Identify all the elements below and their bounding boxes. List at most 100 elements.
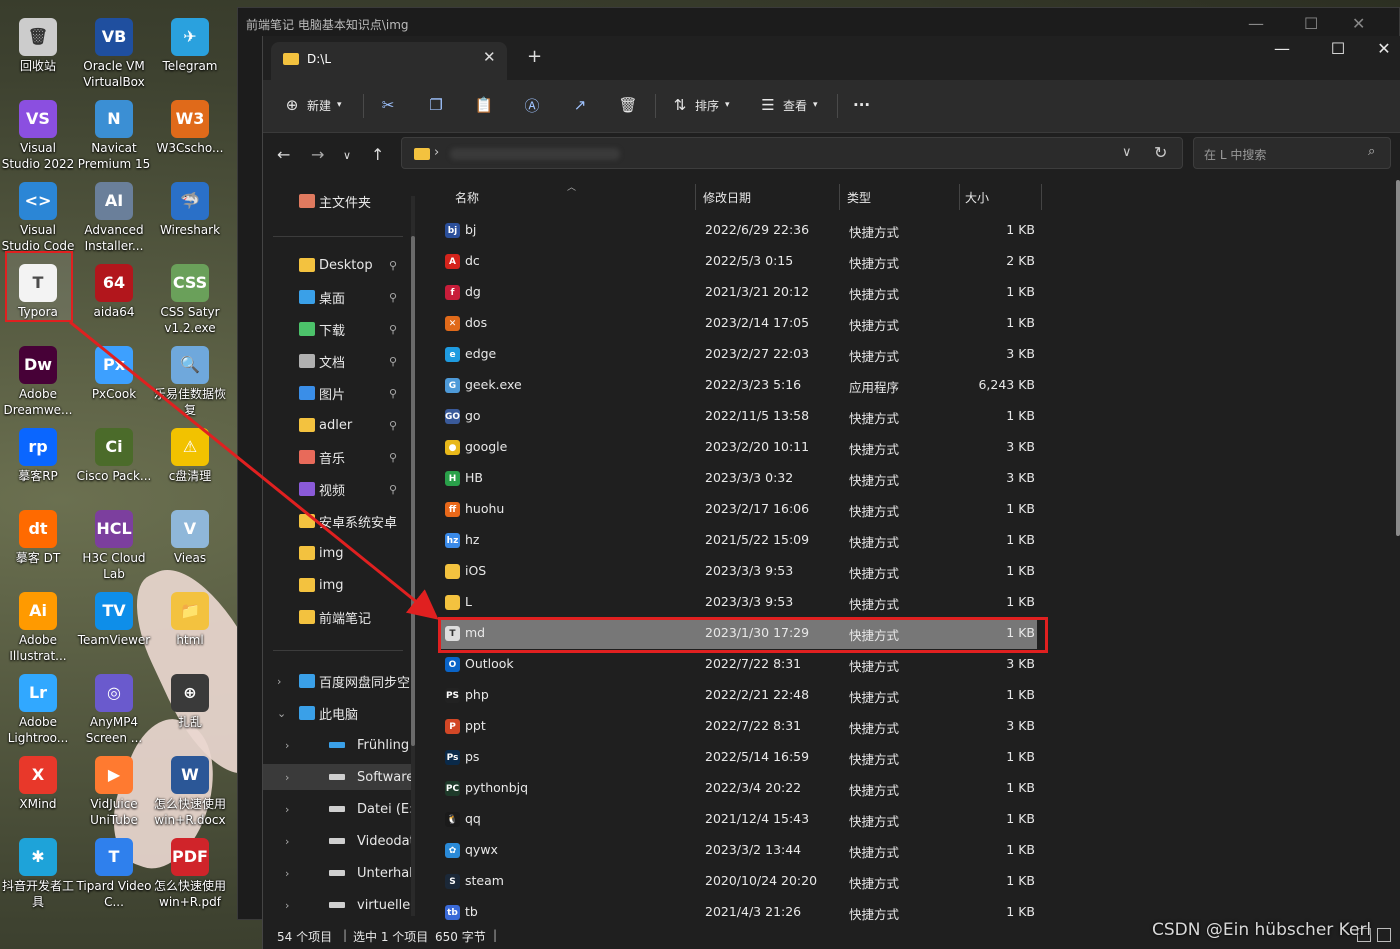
desktop-icon[interactable]: 🔍 乐易佳数据恢复: [152, 342, 228, 418]
sidebar-scrollbar[interactable]: [411, 196, 415, 916]
bg-maximize-icon[interactable]: ☐: [1304, 14, 1318, 33]
desktop-icon[interactable]: HCL H3C Cloud Lab: [76, 506, 152, 582]
desktop-icon[interactable]: N Navicat Premium 15: [76, 96, 152, 172]
delete-button[interactable]: 🗑: [618, 90, 637, 120]
column-separator[interactable]: [1041, 184, 1042, 210]
desktop-icon[interactable]: TV TeamViewer: [76, 588, 152, 648]
desktop-icon[interactable]: AI Advanced Installer...: [76, 178, 152, 254]
desktop-icon[interactable]: ▶ VidJuice UniTube: [76, 752, 152, 828]
expand-chevron-icon[interactable]: ›: [285, 739, 289, 752]
desktop-icon[interactable]: ⚠ c盘清理: [152, 424, 228, 484]
bg-close-icon[interactable]: ✕: [1352, 14, 1365, 33]
refresh-icon[interactable]: ↻: [1154, 143, 1167, 162]
sidebar-item[interactable]: 文档 ⚲: [263, 348, 413, 374]
desktop-icon[interactable]: 📁 html: [152, 588, 228, 648]
desktop-icon[interactable]: 64 aida64: [76, 260, 152, 320]
desktop-icon[interactable]: ✱ 抖音开发者工具: [0, 834, 76, 910]
desktop-icon[interactable]: W3 W3Cscho...: [152, 96, 228, 156]
minimize-button[interactable]: —: [1259, 38, 1305, 60]
address-bar[interactable]: › ∨ ↻: [401, 137, 1183, 169]
desktop-icon[interactable]: <> Visual Studio Code: [0, 178, 76, 254]
file-row[interactable]: PC pythonbjq 2022/3/4 20:22 快捷方式 1 KB: [441, 773, 1037, 804]
sidebar-item[interactable]: 前端笔记: [263, 604, 413, 630]
sidebar-item[interactable]: img: [263, 572, 413, 598]
desktop-icon[interactable]: rp 摹客RP: [0, 424, 76, 484]
copy-button[interactable]: ❐: [427, 90, 445, 120]
share-button[interactable]: ↗: [571, 90, 589, 120]
column-separator[interactable]: [695, 184, 696, 210]
desktop-icon[interactable]: Dw Adobe Dreamwe...: [0, 342, 76, 418]
forward-arrow-icon[interactable]: →: [311, 145, 324, 164]
expand-chevron-icon[interactable]: ›: [285, 867, 289, 880]
maximize-button[interactable]: ☐: [1315, 38, 1361, 60]
file-row[interactable]: H HB 2023/3/3 0:32 快捷方式 3 KB: [441, 463, 1037, 494]
sidebar-scroll-thumb[interactable]: [411, 236, 415, 746]
file-row[interactable]: iOS 2023/3/3 9:53 快捷方式 1 KB: [441, 556, 1037, 587]
desktop-icon[interactable]: Px PxCook: [76, 342, 152, 402]
desktop-icon[interactable]: ⊕ 扎乱: [152, 670, 228, 730]
sort-button[interactable]: ⇅ 排序 ▾: [671, 90, 730, 120]
rename-button[interactable]: Ⓐ: [523, 90, 541, 120]
desktop-icon[interactable]: ✈ Telegram: [152, 14, 228, 74]
file-row[interactable]: Ssteam 2020/10/24 20:20 快捷方式 1 KB: [441, 866, 1037, 897]
desktop-icon[interactable]: Lr Adobe Lightroo...: [0, 670, 76, 746]
file-row[interactable]: Adc 2022/5/3 0:15 快捷方式 2 KB: [441, 246, 1037, 277]
bg-minimize-icon[interactable]: —: [1248, 14, 1264, 33]
file-row[interactable]: GO go 2022/11/5 13:58 快捷方式 1 KB: [441, 401, 1037, 432]
sidebar-item[interactable]: › Frühling anse: [263, 732, 413, 758]
expand-chevron-icon[interactable]: ›: [285, 835, 289, 848]
desktop-icon[interactable]: Ci Cisco Pack...: [76, 424, 152, 484]
sidebar-item[interactable]: img: [263, 540, 413, 566]
file-row[interactable]: hz hz 2021/5/22 15:09 快捷方式 1 KB: [441, 525, 1037, 556]
sidebar-item[interactable]: adler ⚲: [263, 412, 413, 438]
recent-chevron-icon[interactable]: ∨: [343, 149, 351, 162]
file-row[interactable]: tb tb 2021/4/3 21:26 快捷方式 1 KB: [441, 897, 1037, 928]
sidebar-item[interactable]: › virtuelle Masc: [263, 892, 413, 918]
sidebar-item[interactable]: › Unterhaltung: [263, 860, 413, 886]
file-row[interactable]: Ggeek.exe 2022/3/23 5:16 应用程序 6,243 KB: [441, 370, 1037, 401]
column-type-header[interactable]: 类型: [847, 180, 871, 214]
sidebar-item[interactable]: 音乐 ⚲: [263, 444, 413, 470]
desktop-icon[interactable]: X XMind: [0, 752, 76, 812]
chevron-down-icon[interactable]: ∨: [1122, 145, 1132, 160]
file-row[interactable]: e edge 2023/2/27 22:03 快捷方式 3 KB: [441, 339, 1037, 370]
back-arrow-icon[interactable]: ←: [277, 145, 290, 164]
desktop-icon[interactable]: dt 摹客 DT: [0, 506, 76, 566]
expand-chevron-icon[interactable]: ⌄: [277, 707, 286, 720]
sidebar-item[interactable]: 视频 ⚲: [263, 476, 413, 502]
file-row[interactable]: O Outlook 2022/7/22 8:31 快捷方式 3 KB: [441, 649, 1037, 680]
tab-current[interactable]: D:\L ✕: [271, 42, 507, 80]
sidebar-item[interactable]: › Software (D:): [263, 764, 413, 790]
file-row[interactable]: ✕ dos 2023/2/14 17:05 快捷方式 1 KB: [441, 308, 1037, 339]
new-button[interactable]: ⊕ 新建 ▾: [283, 90, 342, 120]
expand-chevron-icon[interactable]: ›: [285, 899, 289, 912]
desktop-icon[interactable]: 🗑 回收站: [0, 14, 76, 74]
column-date-header[interactable]: 修改日期: [703, 180, 751, 214]
column-name-header[interactable]: 名称: [455, 180, 479, 214]
up-arrow-icon[interactable]: ↑: [371, 145, 384, 164]
sidebar-item[interactable]: › 百度网盘同步空: [263, 668, 413, 694]
desktop-icon[interactable]: 🦈 Wireshark: [152, 178, 228, 238]
desktop-icon[interactable]: CSS CSS Satyr v1.2.exe: [152, 260, 228, 336]
new-tab-button[interactable]: +: [527, 46, 542, 67]
tab-close-icon[interactable]: ✕: [483, 48, 496, 66]
expand-chevron-icon[interactable]: ›: [285, 771, 289, 784]
desktop-icon[interactable]: VS Visual Studio 2022: [0, 96, 76, 172]
view-button[interactable]: ☰ 查看 ▾: [759, 90, 817, 120]
file-row[interactable]: ff huohu 2023/2/17 16:06 快捷方式 1 KB: [441, 494, 1037, 525]
expand-chevron-icon[interactable]: ›: [285, 803, 289, 816]
desktop-icon[interactable]: PDF 怎么快速使用win+R.pdf: [152, 834, 228, 910]
sidebar-item[interactable]: 安卓系统安卓: [263, 508, 413, 534]
desktop-icon[interactable]: Ai Adobe Illustrat...: [0, 588, 76, 664]
expand-chevron-icon[interactable]: ›: [277, 675, 281, 688]
file-row[interactable]: ● google 2023/2/20 10:11 快捷方式 3 KB: [441, 432, 1037, 463]
file-row[interactable]: ✿ qywx 2023/3/2 13:44 快捷方式 1 KB: [441, 835, 1037, 866]
sidebar-item[interactable]: 主文件夹: [263, 188, 413, 214]
close-button[interactable]: ✕: [1361, 38, 1400, 60]
sidebar-item[interactable]: Desktop ⚲: [263, 252, 413, 278]
cut-button[interactable]: ✂: [379, 90, 397, 120]
file-row[interactable]: Ps ps 2022/5/14 16:59 快捷方式 1 KB: [441, 742, 1037, 773]
file-row[interactable]: f dg 2021/3/21 20:12 快捷方式 1 KB: [441, 277, 1037, 308]
desktop-icon[interactable]: W 怎么快速使用win+R.docx: [152, 752, 228, 828]
search-box[interactable]: 在 L 中搜索 ⌕: [1193, 137, 1391, 169]
